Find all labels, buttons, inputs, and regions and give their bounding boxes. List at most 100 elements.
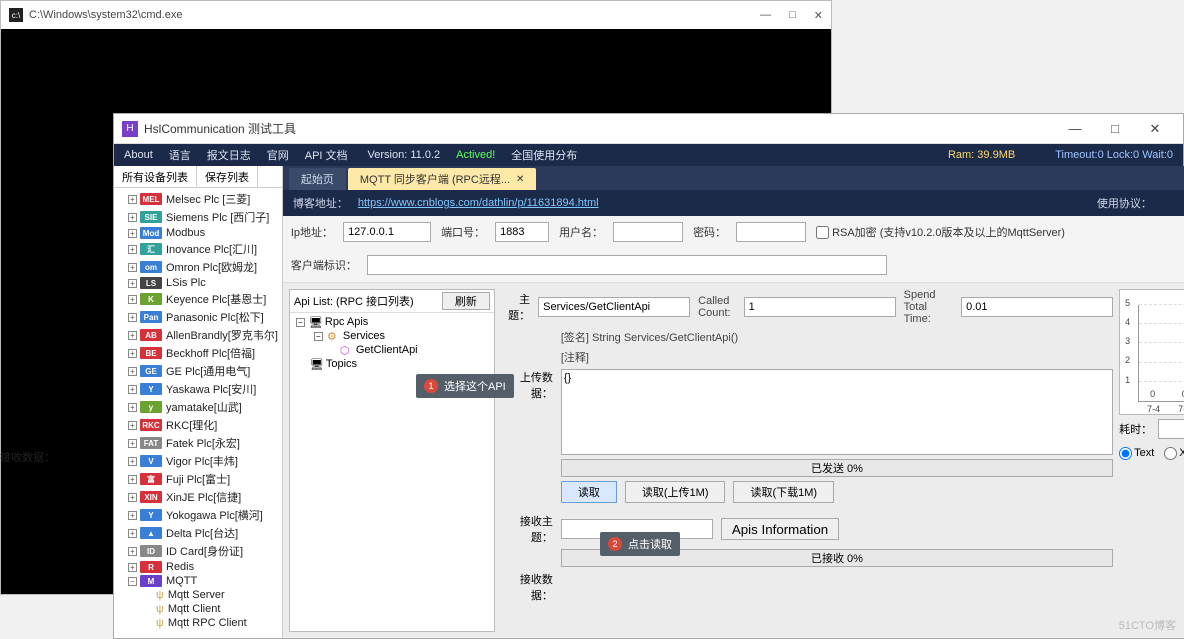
refresh-button[interactable]: 刷新 [442,292,490,310]
device-tree[interactable]: +MELMelsec Plc [三菱]+SIESiemens Plc [西门子]… [114,188,282,638]
maximize-icon[interactable]: □ [1095,121,1135,137]
menu-activated: Actived! [456,149,495,161]
close-icon[interactable]: ✕ [1135,121,1175,137]
spend-time-label: Spend Total Time: [904,289,953,325]
device-item[interactable]: +LSLSis Plc [114,276,282,290]
chart-panel: Called Infomation 123450000001 7-47-57-6… [1119,289,1184,632]
cost-label: 耗时： [1119,421,1152,437]
tab-saved-list[interactable]: 保存列表 [197,166,258,187]
minimize-icon[interactable]: — [760,9,771,22]
connection-row: Ip地址： 端口号： 用户名： 密码： RSA加密 (支持v10.2.0版本及以… [283,216,1184,283]
radio-xml[interactable]: Xml [1164,447,1184,460]
request-panel: 主题： Called Count: Spend Total Time: [签名]… [501,289,1113,632]
device-item[interactable]: +SIESiemens Plc [西门子] [114,208,282,226]
device-item[interactable]: +ABAllenBrandly[罗克韦尔] [114,326,282,344]
device-child-item[interactable]: ψMqtt RPC Client [114,616,282,630]
device-item[interactable]: +ModModbus [114,226,282,240]
menu-log[interactable]: 报文日志 [207,147,251,163]
side-label: 接收数据： [0,449,55,465]
api-tree-topics[interactable]: 🖥Topics [292,357,492,371]
api-tree-root[interactable]: −🖥Rpc Apis [292,315,492,329]
menu-api[interactable]: API 文档 [305,147,348,163]
tab-all-devices[interactable]: 所有设备列表 [114,166,197,187]
pwd-label: 密码： [693,224,726,240]
menu-usage[interactable]: 全国使用分布 [511,147,577,163]
user-input[interactable] [613,222,683,242]
device-item[interactable]: +IDID Card[身份证] [114,542,282,560]
device-item[interactable]: +▲Delta Plc[台达] [114,524,282,542]
callout-badge: 2 [608,537,622,551]
main-titlebar[interactable]: H HslCommunication 测试工具 — □ ✕ [114,114,1183,144]
device-item[interactable]: +BEBeckhoff Plc[倍福] [114,344,282,362]
maximize-icon[interactable]: □ [789,9,796,22]
cmd-title-text: C:\Windows\system32\cmd.exe [29,9,182,21]
menu-about[interactable]: About [124,149,153,161]
device-item[interactable]: +XINXinJE Plc[信捷] [114,488,282,506]
recv-data-label: 接收数据： [501,571,553,603]
pwd-input[interactable] [736,222,806,242]
cmd-titlebar[interactable]: c:\ C:\Windows\system32\cmd.exe — □ ✕ [1,1,831,29]
infobar: 博客地址： https://www.cnblogs.com/dathlin/p/… [283,190,1184,216]
main-title-text: HslCommunication 测试工具 [144,120,296,137]
status-ram: Ram: 39.9MB [948,149,1015,161]
tab-start[interactable]: 起始页 [289,168,346,190]
read-button[interactable]: 读取 [561,481,617,503]
cost-input[interactable] [1158,419,1184,439]
recv-topic-label: 接收主题： [501,513,553,545]
api-tree-services[interactable]: −⚙Services [292,329,492,343]
device-item[interactable]: +omOmron Plc[欧姆龙] [114,258,282,276]
device-panel: 所有设备列表 保存列表 +MELMelsec Plc [三菱]+SIESieme… [114,166,283,638]
cmd-icon: c:\ [9,8,23,22]
api-list-title: Api List: (RPC 接口列表) [294,293,414,309]
device-item[interactable]: +YYokogawa Plc[横河] [114,506,282,524]
called-count-label: Called Count: [698,295,736,319]
sent-progress: 已发送 0% [561,459,1113,477]
ip-input[interactable] [343,222,431,242]
callout-badge: 1 [424,379,438,393]
upload-textarea[interactable]: {} [561,369,1113,455]
device-item[interactable]: +VVigor Plc[丰炜] [114,452,282,470]
device-item[interactable]: −MMQTT [114,574,282,588]
menu-version: Version: 11.0.2 [368,149,441,161]
read-download-button[interactable]: 读取(下载1M) [733,481,834,503]
apis-information-button[interactable]: Apis Information [721,518,839,540]
device-child-item[interactable]: ψMqtt Client [114,602,282,616]
called-count-value[interactable] [744,297,896,317]
minimize-icon[interactable]: — [1055,121,1095,137]
device-item[interactable]: +富Fuji Plc[富士] [114,470,282,488]
comment-text: [注释] [501,349,1113,365]
blog-label: 博客地址： [293,195,348,211]
device-item[interactable]: +FATFatek Plc[永宏] [114,434,282,452]
device-child-item[interactable]: ψMqtt Server [114,588,282,602]
chart: Called Infomation 123450000001 7-47-57-6… [1119,289,1184,415]
device-item[interactable]: +GEGE Plc[通用电气] [114,362,282,380]
tabbar: 起始页 MQTT 同步客户端 (RPC远程...✕ ▼ [283,166,1184,190]
tab-mqtt-rpc[interactable]: MQTT 同步客户端 (RPC远程...✕ [348,168,537,190]
topic-input[interactable] [538,297,690,317]
api-tree-getclientapi[interactable]: ⬡GetClientApi [292,343,492,357]
device-item[interactable]: +PanPanasonic Plc[松下] [114,308,282,326]
close-icon[interactable]: ✕ [814,9,823,22]
device-item[interactable]: +KKeyence Plc[基恩士] [114,290,282,308]
ip-label: Ip地址： [291,224,333,240]
device-item[interactable]: +yyamatake[山武] [114,398,282,416]
device-item[interactable]: +RKCRKC[理化] [114,416,282,434]
port-input[interactable] [495,222,549,242]
menu-language[interactable]: 语言 [169,147,191,163]
blog-link[interactable]: https://www.cnblogs.com/dathlin/p/116318… [358,197,599,209]
menu-site[interactable]: 官网 [267,147,289,163]
protocol-label: 使用协议： [1097,195,1152,211]
menubar: About 语言 报文日志 官网 API 文档 Version: 11.0.2 … [114,144,1183,166]
radio-text[interactable]: Text [1119,447,1154,460]
device-item[interactable]: +MELMelsec Plc [三菱] [114,190,282,208]
device-item[interactable]: +RRedis [114,560,282,574]
read-upload-button[interactable]: 读取(上传1M) [625,481,726,503]
close-icon[interactable]: ✕ [516,174,524,185]
spend-time-value[interactable] [961,297,1113,317]
device-item[interactable]: +汇Inovance Plc[汇川] [114,240,282,258]
client-id-input[interactable] [367,255,887,275]
device-item[interactable]: +YYaskawa Plc[安川] [114,380,282,398]
app-icon: H [122,121,138,137]
api-tree[interactable]: −🖥Rpc Apis −⚙Services ⬡GetClientApi 🖥Top… [290,313,494,631]
rsa-checkbox[interactable]: RSA加密 (支持v10.2.0版本及以上的MqttServer) [816,224,1065,240]
